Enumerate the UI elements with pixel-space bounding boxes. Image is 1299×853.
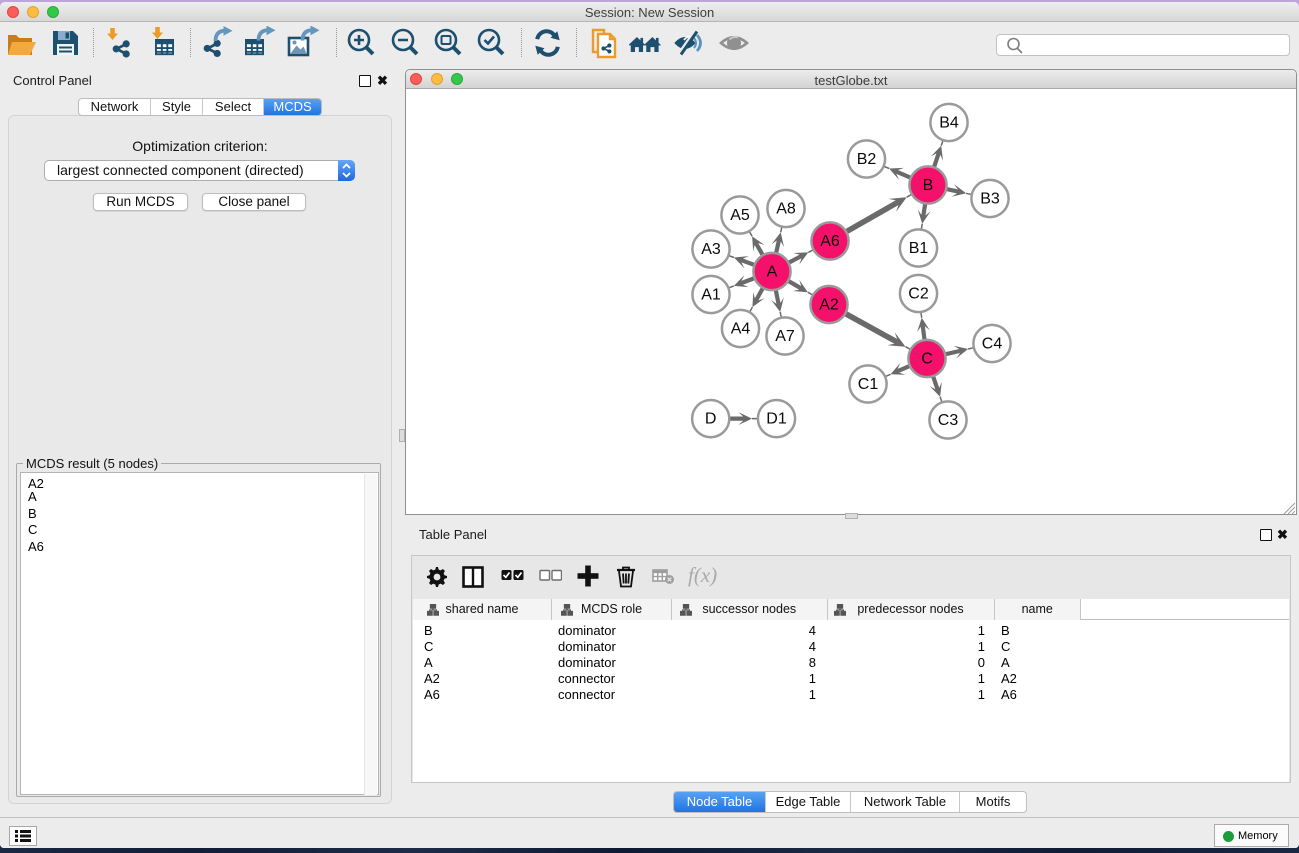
svg-text:A: A bbox=[767, 264, 778, 281]
svg-text:B: B bbox=[923, 177, 934, 194]
svg-text:A1: A1 bbox=[701, 287, 721, 304]
svg-text:A5: A5 bbox=[730, 207, 750, 224]
svg-text:A6: A6 bbox=[820, 233, 840, 250]
svg-text:A7: A7 bbox=[775, 328, 795, 345]
svg-text:B4: B4 bbox=[939, 115, 959, 132]
svg-text:B2: B2 bbox=[857, 151, 877, 168]
svg-text:B1: B1 bbox=[909, 240, 929, 257]
svg-text:A3: A3 bbox=[701, 241, 721, 258]
svg-text:C4: C4 bbox=[982, 336, 1003, 353]
svg-text:B3: B3 bbox=[980, 191, 1000, 208]
svg-text:D1: D1 bbox=[766, 411, 787, 428]
svg-text:A8: A8 bbox=[776, 201, 796, 218]
svg-text:C: C bbox=[921, 351, 933, 368]
svg-text:C2: C2 bbox=[908, 286, 929, 303]
svg-text:D: D bbox=[705, 411, 717, 428]
svg-text:C1: C1 bbox=[858, 376, 879, 393]
svg-text:A4: A4 bbox=[731, 321, 751, 338]
svg-text:C3: C3 bbox=[938, 412, 959, 429]
svg-text:A2: A2 bbox=[819, 297, 839, 314]
